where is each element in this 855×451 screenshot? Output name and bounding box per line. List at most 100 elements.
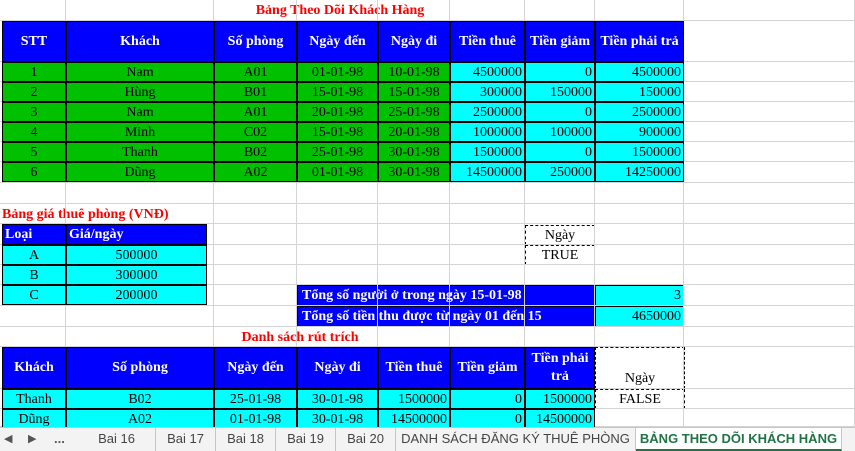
grid-cell[interactable]	[595, 285, 684, 306]
main-cell-r1-c2[interactable]: A01	[214, 62, 297, 82]
price-value-C[interactable]: 200000	[66, 285, 207, 305]
grid-cell[interactable]	[595, 409, 684, 427]
main-cell-r5-c0[interactable]: 5	[2, 142, 66, 162]
main-cell-r5-c1[interactable]: Thanh	[66, 142, 214, 162]
main-cell-r5-c5[interactable]: 1500000	[450, 142, 525, 162]
sheet-tab-3[interactable]: Bai 19	[276, 428, 336, 451]
grid-cell[interactable]	[684, 0, 855, 21]
grid-cell[interactable]	[684, 62, 855, 82]
main-cell-r6-c6[interactable]: 250000	[525, 162, 595, 182]
main-cell-r2-c6[interactable]: 150000	[525, 82, 595, 102]
main-cell-r5-c2[interactable]: B02	[214, 142, 297, 162]
more-sheets-button[interactable]: ...	[54, 428, 65, 451]
grid-cell[interactable]	[684, 204, 855, 224]
grid-cell[interactable]	[595, 265, 684, 285]
sheet-tab-2[interactable]: Bai 18	[216, 428, 276, 451]
grid-cell[interactable]	[684, 265, 855, 285]
grid-cell[interactable]	[450, 306, 525, 327]
grid-cell[interactable]	[378, 245, 450, 265]
grid-cell[interactable]	[378, 306, 450, 327]
sheet-tab-6[interactable]: BẢNG THEO DÕI KHÁCH HÀNG	[636, 428, 842, 451]
grid-cell[interactable]	[378, 285, 450, 306]
grid-cell[interactable]	[684, 327, 855, 347]
sheet-tab-4[interactable]: Bai 20	[336, 428, 396, 451]
main-cell-r3-c6[interactable]: 0	[525, 102, 595, 122]
grid-cell[interactable]	[684, 224, 855, 245]
grid-cell[interactable]	[378, 224, 450, 245]
main-cell-r4-c4[interactable]: 20-01-98	[378, 122, 450, 142]
grid-cell[interactable]	[595, 389, 684, 409]
grid-cell[interactable]	[595, 0, 684, 21]
main-cell-r2-c7[interactable]: 150000	[595, 82, 684, 102]
extract-cell-r1-c0[interactable]: Thanh	[2, 389, 66, 409]
extract-cell-r1-c2[interactable]: 25-01-98	[214, 389, 297, 409]
grid-cell[interactable]	[214, 183, 297, 204]
grid-cell[interactable]	[525, 0, 595, 21]
main-cell-r2-c1[interactable]: Hùng	[66, 82, 214, 102]
grid-cell[interactable]	[0, 306, 66, 327]
main-cell-r2-c5[interactable]: 300000	[450, 82, 525, 102]
grid-cell[interactable]	[0, 327, 66, 347]
extract-cell-r2-c3[interactable]: 30-01-98	[297, 409, 378, 427]
grid-cell[interactable]	[684, 389, 855, 409]
price-type-B[interactable]: B	[2, 265, 66, 285]
grid-cell[interactable]	[684, 82, 855, 102]
grid-cell[interactable]	[684, 122, 855, 142]
main-cell-r3-c1[interactable]: Nam	[66, 102, 214, 122]
grid-cell[interactable]	[525, 224, 595, 245]
main-cell-r1-c3[interactable]: 01-01-98	[297, 62, 378, 82]
grid-cell[interactable]	[214, 0, 297, 21]
grid-cell[interactable]	[66, 183, 214, 204]
grid-cell[interactable]	[450, 265, 525, 285]
grid-cell[interactable]	[297, 285, 378, 306]
grid-cell[interactable]	[684, 21, 855, 62]
main-cell-r1-c7[interactable]: 4500000	[595, 62, 684, 82]
grid-cell[interactable]	[378, 327, 450, 347]
grid-cell[interactable]	[595, 183, 684, 204]
extract-cell-r1-c4[interactable]: 1500000	[378, 389, 450, 409]
grid-cell[interactable]	[214, 306, 297, 327]
grid-cell[interactable]	[684, 285, 855, 306]
extract-cell-r1-c5[interactable]: 0	[450, 389, 525, 409]
grid-cell[interactable]	[450, 0, 525, 21]
extract-cell-r2-c0[interactable]: Dũng	[2, 409, 66, 427]
main-cell-r5-c6[interactable]: 0	[525, 142, 595, 162]
extract-cell-r1-c1[interactable]: B02	[66, 389, 214, 409]
main-cell-r1-c0[interactable]: 1	[2, 62, 66, 82]
grid-cell[interactable]	[297, 183, 378, 204]
main-cell-r6-c5[interactable]: 14500000	[450, 162, 525, 182]
grid-cell[interactable]	[297, 204, 378, 224]
grid-cell[interactable]	[297, 306, 378, 327]
main-cell-r4-c6[interactable]: 100000	[525, 122, 595, 142]
grid-cell[interactable]	[525, 285, 595, 306]
grid-cell[interactable]	[525, 183, 595, 204]
main-cell-r4-c0[interactable]: 4	[2, 122, 66, 142]
grid-cell[interactable]	[378, 204, 450, 224]
main-cell-r1-c5[interactable]: 4500000	[450, 62, 525, 82]
grid-cell[interactable]	[595, 224, 684, 245]
grid-cell[interactable]	[0, 183, 66, 204]
prev-sheet-button[interactable]: ◀	[4, 428, 12, 451]
main-cell-r6-c0[interactable]: 6	[2, 162, 66, 182]
grid-cell[interactable]	[66, 306, 214, 327]
grid-cell[interactable]	[297, 327, 378, 347]
main-cell-r3-c0[interactable]: 3	[2, 102, 66, 122]
grid-cell[interactable]	[684, 142, 855, 162]
grid-cell[interactable]	[378, 265, 450, 285]
main-cell-r3-c3[interactable]: 20-01-98	[297, 102, 378, 122]
grid-cell[interactable]	[378, 183, 450, 204]
extract-cell-r2-c1[interactable]: A02	[66, 409, 214, 427]
grid-cell[interactable]	[525, 306, 595, 327]
price-value-B[interactable]: 300000	[66, 265, 207, 285]
extract-cell-r2-c6[interactable]: 14500000	[525, 409, 595, 427]
grid-cell[interactable]	[525, 204, 595, 224]
main-cell-r6-c4[interactable]: 30-01-98	[378, 162, 450, 182]
grid-cell[interactable]	[297, 224, 378, 245]
grid-cell[interactable]	[66, 204, 214, 224]
main-cell-r5-c3[interactable]: 25-01-98	[297, 142, 378, 162]
main-cell-r4-c3[interactable]: 15-01-98	[297, 122, 378, 142]
main-cell-r1-c4[interactable]: 10-01-98	[378, 62, 450, 82]
main-cell-r5-c7[interactable]: 1500000	[595, 142, 684, 162]
sheet-tab-0[interactable]: Bai 16	[78, 428, 156, 451]
grid-cell[interactable]	[684, 245, 855, 265]
